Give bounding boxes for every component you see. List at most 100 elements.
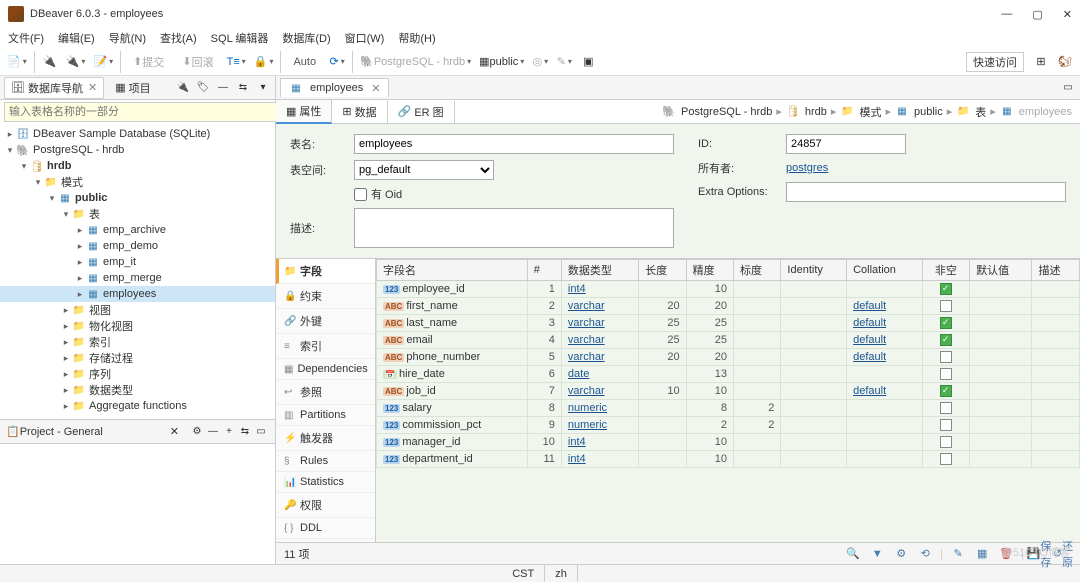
- delete-icon[interactable]: 🗑: [997, 545, 1015, 563]
- menu-item[interactable]: 窗口(W): [345, 30, 385, 46]
- column-row[interactable]: 123manager_id10int410: [377, 434, 1080, 451]
- x1[interactable]: ◎: [529, 51, 551, 73]
- nav-menu-icon[interactable]: ▾: [255, 80, 271, 96]
- menu-item[interactable]: 导航(N): [109, 30, 146, 46]
- breadcrumb-item[interactable]: PostgreSQL - hrdb: [662, 105, 772, 119]
- project-link-icon[interactable]: ⇆: [237, 424, 253, 440]
- schema-selector[interactable]: ▦ public: [476, 51, 527, 73]
- sql-editor-button[interactable]: 📝: [90, 51, 116, 73]
- tab-projects[interactable]: ▦项目: [108, 77, 157, 99]
- tree-node[interactable]: ▸序列: [0, 366, 275, 382]
- column-row[interactable]: 123employee_id1int410: [377, 281, 1080, 298]
- project-min-icon[interactable]: ▭: [253, 424, 269, 440]
- tree-node[interactable]: ▸emp_demo: [0, 238, 275, 254]
- link-owner[interactable]: postgres: [786, 162, 828, 174]
- menu-item[interactable]: 帮助(H): [398, 30, 435, 46]
- breadcrumb-item[interactable]: 模式: [840, 104, 881, 120]
- maximize-button[interactable]: ▢: [1032, 8, 1042, 21]
- category-DDL[interactable]: { }DDL: [276, 518, 375, 539]
- category-权限[interactable]: 🔑权限: [276, 493, 375, 518]
- category-索引[interactable]: ≡索引: [276, 334, 375, 359]
- add-icon[interactable]: ▦: [973, 545, 991, 563]
- subtab-er[interactable]: 🔗 ER 图: [388, 101, 455, 123]
- refresh-button[interactable]: ⟳: [326, 51, 348, 73]
- new-button[interactable]: 📄: [4, 51, 30, 73]
- category-Dependencies[interactable]: ▦Dependencies: [276, 359, 375, 380]
- project-gear-icon[interactable]: ⚙: [189, 424, 205, 440]
- input-table-name[interactable]: [354, 134, 674, 154]
- search-icon[interactable]: 🔍: [844, 545, 862, 563]
- x2[interactable]: ✎: [553, 51, 575, 73]
- column-row[interactable]: 123commission_pct9numeric22: [377, 417, 1080, 434]
- column-row[interactable]: 📅hire_date6date13: [377, 366, 1080, 383]
- project-plus-icon[interactable]: +: [221, 424, 237, 440]
- close-button[interactable]: ✕: [1063, 8, 1072, 21]
- tree-node[interactable]: ▸数据类型: [0, 382, 275, 398]
- tree-node[interactable]: ▸物化视图: [0, 318, 275, 334]
- category-Rules[interactable]: §Rules: [276, 451, 375, 472]
- tree-node[interactable]: ▸Aggregate functions: [0, 398, 275, 414]
- edit-icon[interactable]: ✎: [949, 545, 967, 563]
- project-minus-icon[interactable]: —: [205, 424, 221, 440]
- category-Partitions[interactable]: ▥Partitions: [276, 405, 375, 426]
- refresh-icon[interactable]: ⟲: [916, 545, 934, 563]
- subtab-data[interactable]: ⊞ 数据: [332, 101, 387, 123]
- project-close-icon[interactable]: ✕: [170, 425, 179, 438]
- persp-2[interactable]: 🐿: [1054, 51, 1076, 73]
- save-button[interactable]: 💾 保存: [1030, 545, 1048, 563]
- new-conn-drop[interactable]: 🔌: [63, 51, 89, 73]
- new-conn-button[interactable]: 🔌: [39, 51, 61, 73]
- tree-node[interactable]: ▾表: [0, 206, 275, 222]
- breadcrumb-item[interactable]: public: [895, 105, 943, 119]
- category-Statistics[interactable]: 📊Statistics: [276, 472, 375, 493]
- column-row[interactable]: 123salary8numeric82: [377, 400, 1080, 417]
- persp-1[interactable]: ⊞: [1030, 51, 1052, 73]
- columns-grid[interactable]: 字段名#数据类型长度精度标度IdentityCollation非空默认值描述12…: [376, 259, 1080, 542]
- tree-filter-input[interactable]: [4, 102, 279, 122]
- nav-filter-icon[interactable]: 🏷: [195, 80, 211, 96]
- tree-node[interactable]: ▸存储过程: [0, 350, 275, 366]
- x3[interactable]: ▣: [577, 51, 599, 73]
- nav-minus-icon[interactable]: —: [215, 80, 231, 96]
- category-字段[interactable]: 📁字段: [276, 259, 375, 284]
- menu-item[interactable]: 文件(F): [8, 30, 44, 46]
- tree-node[interactable]: ▸emp_it: [0, 254, 275, 270]
- filter-icon[interactable]: ▼: [868, 545, 886, 563]
- db-tree[interactable]: ▸DBeaver Sample Database (SQLite)▾Postgr…: [0, 124, 275, 419]
- revert-button[interactable]: ↺ 还原: [1054, 545, 1072, 563]
- menu-item[interactable]: 查找(A): [160, 30, 197, 46]
- commit-button[interactable]: ⬆ 提交: [125, 51, 172, 73]
- breadcrumb-item[interactable]: hrdb: [786, 105, 827, 119]
- conn-selector[interactable]: 🐘 PostgreSQL - hrdb: [357, 51, 474, 73]
- column-row[interactable]: ABCjob_id7varchar1010default: [377, 383, 1080, 400]
- select-tablespace[interactable]: pg_default: [354, 160, 494, 180]
- breadcrumb-item[interactable]: employees: [1000, 105, 1072, 119]
- gear-icon[interactable]: ⚙: [892, 545, 910, 563]
- column-row[interactable]: ABCfirst_name2varchar2020default: [377, 298, 1080, 315]
- tree-node[interactable]: ▸employees: [0, 286, 275, 302]
- input-extra[interactable]: [786, 182, 1066, 202]
- checkbox-has-oid[interactable]: [354, 188, 367, 201]
- tree-node[interactable]: ▸emp_merge: [0, 270, 275, 286]
- category-触发器[interactable]: ⚡触发器: [276, 426, 375, 451]
- tree-node[interactable]: ▸索引: [0, 334, 275, 350]
- category-约束[interactable]: 🔒约束: [276, 284, 375, 309]
- tree-node[interactable]: ▾PostgreSQL - hrdb: [0, 142, 275, 158]
- tree-node[interactable]: ▸emp_archive: [0, 222, 275, 238]
- breadcrumb-item[interactable]: 表: [956, 104, 986, 120]
- menu-item[interactable]: 数据库(D): [282, 30, 330, 46]
- tab-db-navigator[interactable]: 🗄数据库导航✕: [4, 77, 104, 99]
- tree-node[interactable]: ▾模式: [0, 174, 275, 190]
- textarea-description[interactable]: [354, 208, 674, 248]
- lock-button[interactable]: 🔒: [251, 51, 277, 73]
- subtab-properties[interactable]: ▦ 属性: [276, 100, 332, 124]
- nav-link-icon[interactable]: ⇆: [235, 80, 251, 96]
- menu-item[interactable]: SQL 编辑器: [211, 30, 269, 46]
- column-row[interactable]: 123department_id11int410: [377, 451, 1080, 468]
- category-外键[interactable]: 🔗外键: [276, 309, 375, 334]
- column-row[interactable]: ABCemail4varchar2525default: [377, 332, 1080, 349]
- tree-node[interactable]: ▸DBeaver Sample Database (SQLite): [0, 126, 275, 142]
- editor-min-icon[interactable]: ▭: [1060, 80, 1076, 96]
- menu-item[interactable]: 编辑(E): [58, 30, 95, 46]
- column-row[interactable]: ABClast_name3varchar2525default: [377, 315, 1080, 332]
